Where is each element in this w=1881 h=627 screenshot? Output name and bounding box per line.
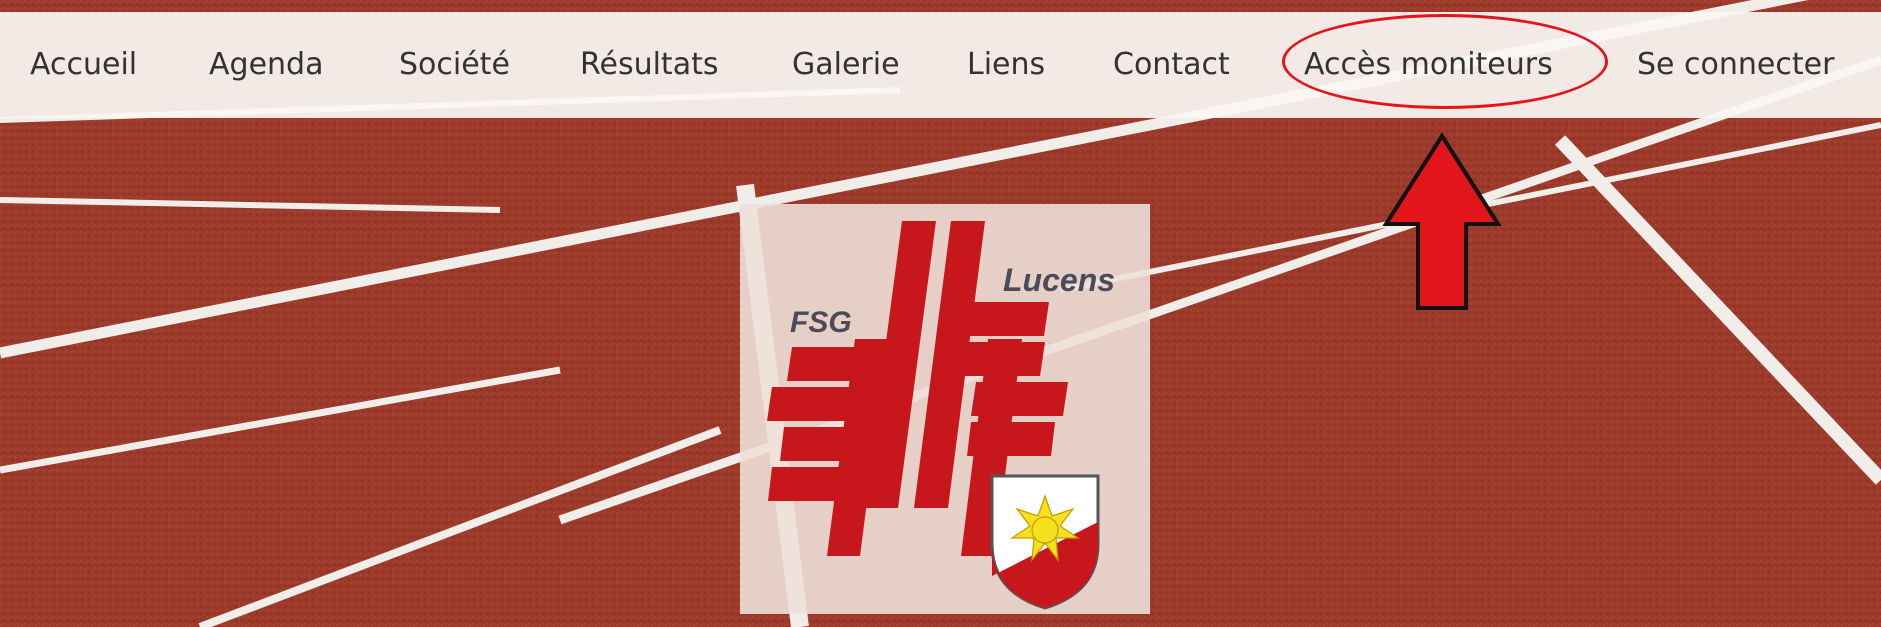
nav-item-accueil[interactable]: Accueil — [30, 12, 137, 118]
arrow-up-icon — [1382, 132, 1502, 310]
lucens-crest-icon — [990, 474, 1100, 610]
nav-item-societe[interactable]: Société — [399, 12, 510, 118]
logo-lucens-text: Lucens — [1003, 262, 1115, 298]
main-navigation: Accueil Agenda Société Résultats Galerie… — [0, 12, 1881, 118]
nav-item-se-connecter[interactable]: Se connecter — [1637, 12, 1834, 118]
nav-item-galerie[interactable]: Galerie — [792, 12, 900, 118]
page: Accueil Agenda Société Résultats Galerie… — [0, 0, 1881, 627]
logo-fsg-text: FSG — [790, 306, 852, 339]
club-logo: FSG Lucens — [740, 204, 1150, 614]
nav-item-agenda[interactable]: Agenda — [209, 12, 323, 118]
nav-item-acces-moniteurs[interactable]: Accès moniteurs — [1304, 12, 1553, 118]
nav-item-liens[interactable]: Liens — [967, 12, 1045, 118]
nav-item-resultats[interactable]: Résultats — [580, 12, 718, 118]
nav-item-contact[interactable]: Contact — [1113, 12, 1230, 118]
